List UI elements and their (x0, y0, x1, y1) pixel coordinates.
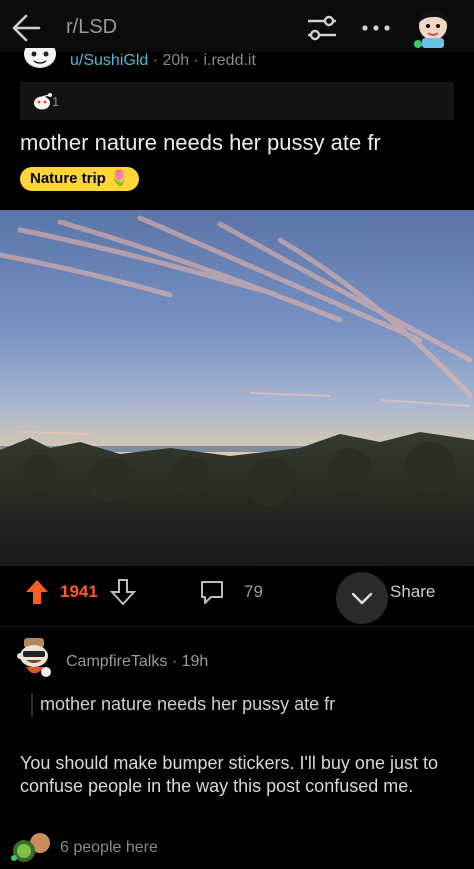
downvote-button[interactable] (109, 578, 137, 606)
post-image[interactable] (0, 210, 474, 566)
more-dots-icon (362, 25, 390, 31)
back-button[interactable] (6, 8, 46, 48)
post-age: 20h (162, 52, 190, 69)
downvote-arrow-icon (109, 579, 137, 606)
chevron-down-icon (351, 592, 373, 605)
filter-button[interactable] (300, 10, 344, 46)
user-avatar[interactable] (408, 6, 458, 50)
comment-age: 19h (181, 653, 209, 670)
sunset-photo (0, 210, 474, 566)
quote-bar (31, 693, 33, 717)
snoo-avatar-icon (17, 638, 51, 677)
avatar-stack-icon (11, 833, 50, 862)
comments-button[interactable] (198, 578, 226, 606)
awards-bar[interactable] (20, 82, 454, 120)
upvote-arrow-icon (26, 580, 48, 604)
presence-avatars (10, 830, 54, 864)
award-count: 1 (52, 94, 60, 109)
user-avatar-icon (414, 10, 448, 48)
more-options-button[interactable] (356, 14, 396, 42)
divider (0, 626, 474, 627)
award-icon (32, 90, 54, 112)
post-flair[interactable]: Nature trip 🌷 (20, 167, 139, 191)
back-arrow-icon (12, 14, 41, 42)
post-domain[interactable]: i.redd.it (203, 52, 255, 69)
comment-author-username[interactable]: CampfireTalks (66, 653, 167, 670)
upvote-button[interactable] (24, 578, 50, 606)
author-username[interactable]: u/SushiGld (70, 52, 148, 69)
comment-meta: CampfireTalks · 19h (66, 653, 208, 671)
post-title: mother nature needs her pussy ate fr (20, 130, 381, 155)
meta-dot: · (193, 52, 204, 69)
post-meta: u/SushiGld · 20h · i.redd.it (70, 52, 256, 70)
share-button[interactable]: Share (390, 582, 435, 602)
presence-count: 6 people here (60, 839, 158, 856)
comment-bubble-icon (201, 581, 223, 604)
comment-body: You should make bumper stickers. I'll bu… (20, 753, 438, 796)
comment-author-avatar[interactable] (14, 636, 56, 682)
snoo-avatar-icon (24, 48, 56, 68)
meta-dot: · (171, 653, 182, 670)
subreddit-name[interactable]: r/LSD (66, 16, 117, 39)
comment-quote: mother nature needs her pussy ate fr (40, 694, 336, 714)
author-avatar[interactable] (22, 48, 58, 72)
vote-count: 1941 (60, 582, 98, 601)
filter-icon (308, 15, 336, 41)
comment-count: 79 (244, 582, 263, 601)
scroll-to-comments-button[interactable] (336, 572, 388, 624)
meta-dot: · (152, 52, 163, 69)
